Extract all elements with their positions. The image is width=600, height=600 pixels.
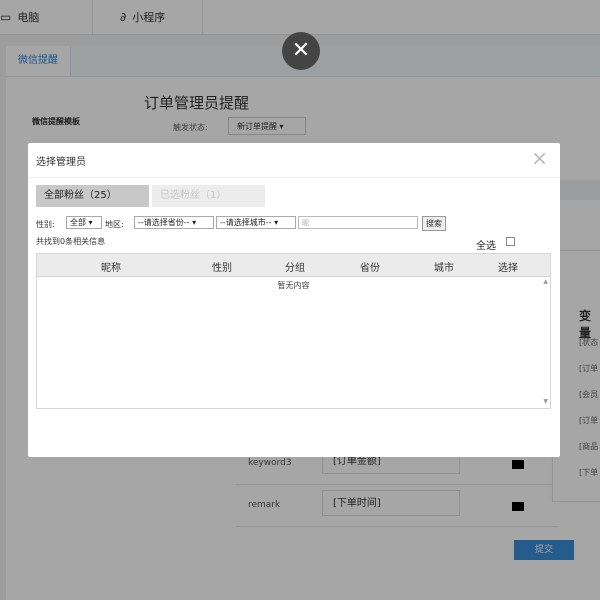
select-all-checkbox[interactable]	[506, 237, 515, 246]
city-value: --请选择城市--	[220, 218, 272, 227]
scroll-up-icon[interactable]: ▲	[543, 278, 548, 285]
column-header: 省份	[360, 263, 380, 274]
dialog-header: 选择管理员 ×	[28, 143, 560, 178]
result-count: 共找到0条相关信息	[36, 237, 106, 246]
select-admin-dialog: 选择管理员 × 全部粉丝（25） 已选粉丝（1） 性别: 全部 ▾ 地区: --…	[28, 143, 560, 457]
province-select[interactable]: --请选择省份-- ▾	[134, 216, 214, 229]
close-overlay-button[interactable]: ✕	[282, 32, 320, 70]
table-header: 昵称 性别 分组 省份 城市 选择	[37, 254, 550, 277]
nickname-search-input[interactable]: 昵	[298, 216, 418, 229]
select-all-label: 全选	[476, 241, 496, 252]
column-header: 城市	[434, 263, 454, 274]
column-header: 昵称	[101, 263, 121, 274]
dialog-title: 选择管理员	[36, 157, 86, 168]
empty-message: 暂无内容	[277, 281, 310, 290]
column-header: 选择	[498, 263, 518, 274]
region-label: 地区:	[105, 220, 124, 229]
column-header: 性别	[212, 263, 232, 274]
tab-all-fans[interactable]: 全部粉丝（25）	[36, 185, 149, 207]
close-icon: ✕	[291, 38, 311, 63]
column-header: 分组	[285, 263, 305, 274]
gender-label: 性别:	[36, 220, 55, 229]
gender-value: 全部	[70, 218, 86, 227]
scroll-down-icon[interactable]: ▼	[543, 398, 548, 405]
close-icon[interactable]: ×	[531, 147, 548, 169]
province-value: --请选择省份--	[138, 218, 190, 227]
gender-select[interactable]: 全部 ▾	[66, 216, 102, 229]
city-select[interactable]: --请选择城市-- ▾	[216, 216, 296, 229]
fans-table: 昵称 性别 分组 省份 城市 选择 暂无内容 ▲ ▼	[36, 253, 551, 409]
search-button[interactable]: 搜索	[422, 216, 446, 231]
tab-selected-fans[interactable]: 已选粉丝（1）	[152, 185, 265, 207]
